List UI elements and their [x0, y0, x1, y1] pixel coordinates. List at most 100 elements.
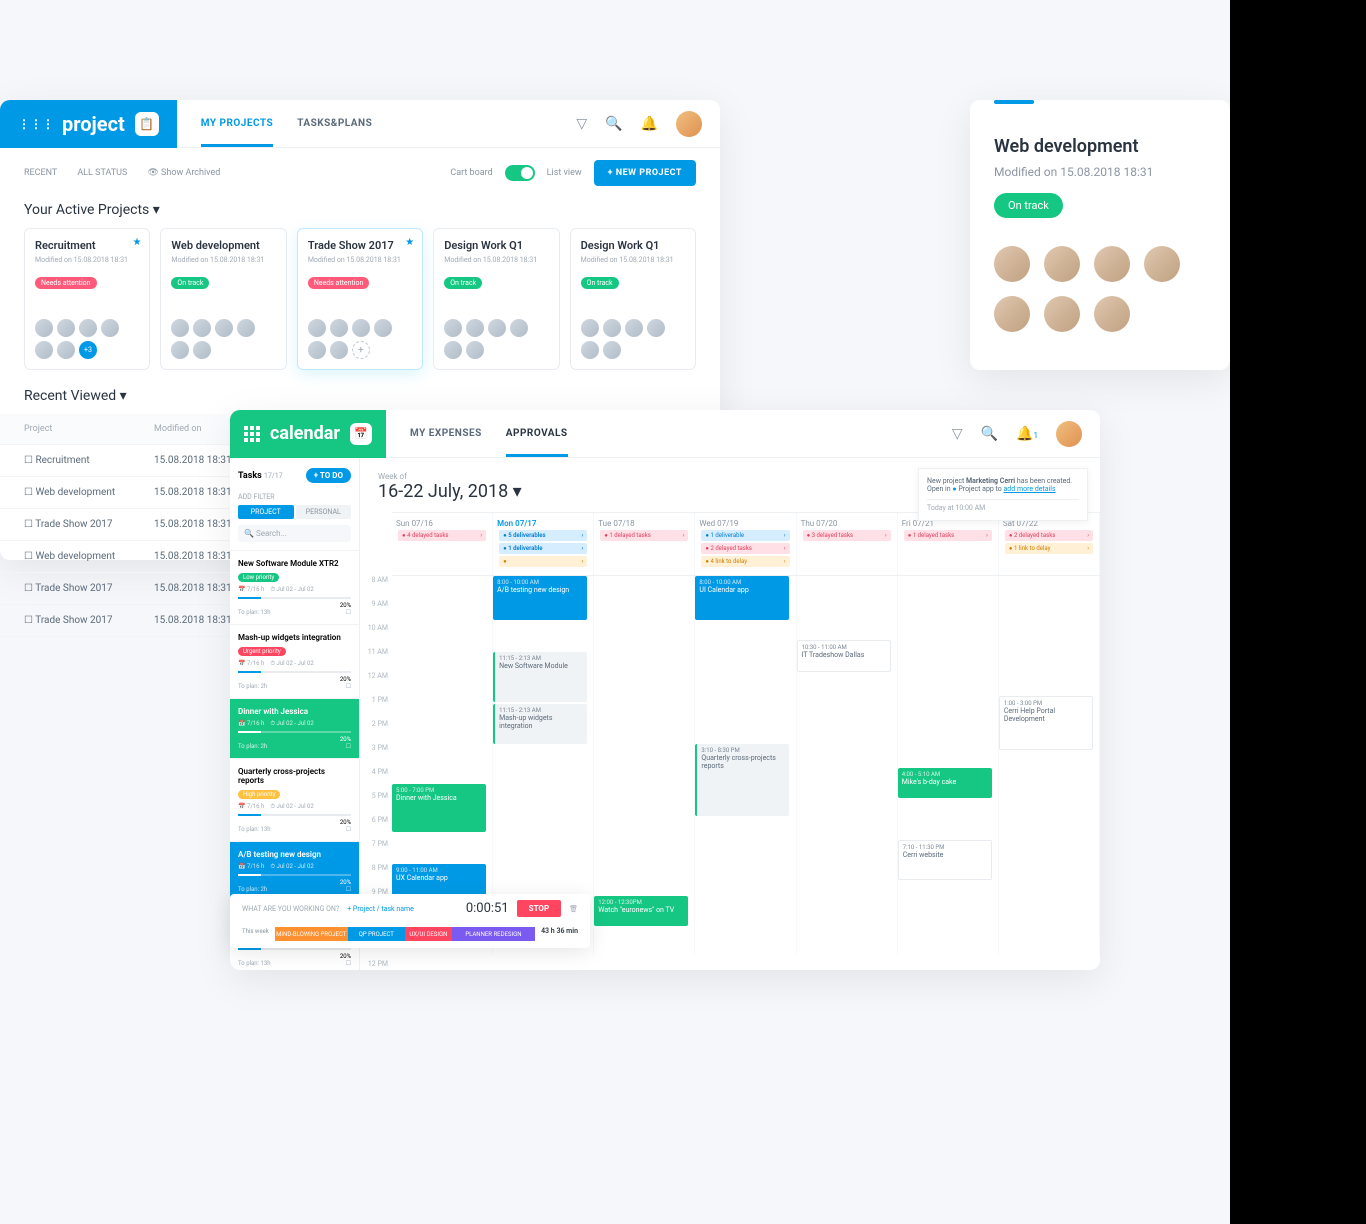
- task-item[interactable]: A/B testing new design📅 7/16 h⏱ Jul 02 -…: [230, 841, 359, 901]
- avatar[interactable]: [581, 319, 599, 337]
- avatar[interactable]: [308, 341, 326, 359]
- calendar-event[interactable]: 11:15 - 2:13 AMNew Software Module: [493, 652, 587, 702]
- allday-pill[interactable]: ● 2 delayed tasks›: [701, 543, 789, 554]
- avatar[interactable]: [466, 319, 484, 337]
- filter-icon[interactable]: ▽: [952, 426, 963, 442]
- bell-icon[interactable]: 🔔1: [1016, 426, 1038, 442]
- avatar[interactable]: [1144, 246, 1180, 282]
- avatar[interactable]: [444, 319, 462, 337]
- day-header[interactable]: Sun 07/16● 4 delayed tasks›: [392, 513, 493, 575]
- add-details-link[interactable]: add more details: [1004, 485, 1056, 493]
- avatar[interactable]: [215, 319, 233, 337]
- avatar-more[interactable]: +3: [79, 341, 97, 359]
- view-toggle[interactable]: [505, 165, 535, 181]
- day-header[interactable]: Thu 07/20● 3 delayed tasks›: [797, 513, 898, 575]
- calendar-event[interactable]: 12:00 - 12:30PMWatch "euronews" on TV: [594, 896, 688, 926]
- allday-pill[interactable]: ● 1 deliverable›: [701, 530, 789, 541]
- avatar[interactable]: [101, 319, 119, 337]
- filter-project[interactable]: PROJECT: [238, 505, 294, 519]
- task-item[interactable]: Dinner with Jessica📅 7/16 h⏱ Jul 02 - Ju…: [230, 698, 359, 758]
- task-item[interactable]: Quarterly cross-projects reportsHigh pri…: [230, 758, 359, 841]
- allday-pill[interactable]: ● 1 link to delay›: [1005, 543, 1093, 554]
- tab-approvals[interactable]: APPROVALS: [506, 410, 568, 457]
- star-icon[interactable]: ★: [132, 237, 141, 248]
- allday-pill[interactable]: ● 1 delayed tasks›: [600, 530, 688, 541]
- project-card[interactable]: Design Work Q1Modified on 15.08.2018 18:…: [570, 228, 696, 370]
- avatar[interactable]: [1044, 296, 1080, 332]
- project-card[interactable]: Web developmentModified on 15.08.2018 18…: [160, 228, 286, 370]
- timer-segment[interactable]: QP PROJECT: [348, 927, 405, 941]
- avatar[interactable]: [57, 319, 75, 337]
- project-brand[interactable]: ⋮⋮⋮ project 📋: [0, 100, 177, 148]
- calendar-event[interactable]: 10:30 - 11:00 AMIT Tradeshow Dallas: [797, 640, 891, 672]
- calendar-event[interactable]: 7:10 - 11:30 PMCerri website: [898, 840, 992, 880]
- allday-pill[interactable]: ● 3 delayed tasks›: [803, 530, 891, 541]
- avatar[interactable]: [193, 319, 211, 337]
- project-card[interactable]: ★Trade Show 2017Modified on 15.08.2018 1…: [297, 228, 423, 370]
- recent-filter[interactable]: RECENT: [24, 168, 57, 178]
- avatar[interactable]: [193, 341, 211, 359]
- bell-icon[interactable]: 🔔: [641, 116, 658, 132]
- avatar[interactable]: [488, 319, 506, 337]
- avatar[interactable]: [79, 319, 97, 337]
- timer-segment[interactable]: PLANNER REDESIGN: [452, 927, 535, 941]
- task-item[interactable]: New Software Module XTR2Low priority📅 7/…: [230, 550, 359, 624]
- avatar[interactable]: [581, 341, 599, 359]
- timer-segment[interactable]: MIND-BLOWING PROJECT: [275, 927, 348, 941]
- calendar-event[interactable]: 8:00 - 10:00 AMA/B testing new design: [493, 576, 587, 620]
- stop-button[interactable]: STOP: [517, 900, 561, 917]
- filter-personal[interactable]: PERSONAL: [296, 505, 352, 519]
- calendar-event[interactable]: 3:10 - 8:30 PMQuarterly cross-projects r…: [695, 744, 789, 816]
- calendar-event[interactable]: 4:00 - 5:10 AMMike's b-day cake: [898, 768, 992, 798]
- calendar-brand[interactable]: calendar 📅: [230, 410, 386, 458]
- task-item[interactable]: Mash-up widgets integrationUrgent priori…: [230, 624, 359, 698]
- avatar[interactable]: [625, 319, 643, 337]
- avatar[interactable]: [603, 319, 621, 337]
- allday-pill[interactable]: ● 2 delayed tasks›: [1005, 530, 1093, 541]
- todo-button[interactable]: + TO DO: [306, 468, 351, 483]
- show-archived[interactable]: 👁 Show Archived: [147, 168, 220, 178]
- day-header[interactable]: Sat 07/22● 2 delayed tasks›● 1 link to d…: [999, 513, 1100, 575]
- avatar[interactable]: [308, 319, 326, 337]
- calendar-event[interactable]: 1:00 - 3:00 PMCerri Help Portal Developm…: [999, 696, 1093, 750]
- search-input[interactable]: 🔍 Search...: [238, 525, 351, 542]
- search-icon[interactable]: 🔍: [605, 116, 622, 132]
- timer-segment[interactable]: UX/UI DESIGN: [405, 927, 452, 941]
- day-header[interactable]: Wed 07/19● 1 deliverable›● 2 delayed tas…: [695, 513, 796, 575]
- allday-pill[interactable]: ● ›: [499, 556, 587, 567]
- status-filter[interactable]: ALL STATUS: [77, 168, 127, 178]
- avatar[interactable]: [35, 319, 53, 337]
- project-card[interactable]: ★RecruitmentModified on 15.08.2018 18:31…: [24, 228, 150, 370]
- day-header[interactable]: Mon 07/17● 5 deliverables›● 1 deliverabl…: [493, 513, 594, 575]
- avatar[interactable]: [330, 319, 348, 337]
- avatar[interactable]: [603, 341, 621, 359]
- day-header[interactable]: Tue 07/18● 1 delayed tasks›: [594, 513, 695, 575]
- search-icon[interactable]: 🔍: [981, 426, 998, 442]
- allday-pill[interactable]: ● 4 link to delay›: [701, 556, 789, 567]
- avatar[interactable]: [466, 341, 484, 359]
- new-project-button[interactable]: + NEW PROJECT: [594, 160, 696, 186]
- avatar[interactable]: [352, 319, 370, 337]
- allday-pill[interactable]: ● 1 deliverable›: [499, 543, 587, 554]
- avatar[interactable]: [1044, 246, 1080, 282]
- tab-tasks-plans[interactable]: TASKS&PLANS: [297, 100, 372, 147]
- avatar[interactable]: [676, 111, 702, 137]
- allday-pill[interactable]: ● 4 delayed tasks›: [398, 530, 486, 541]
- allday-pill[interactable]: ● 5 deliverables›: [499, 530, 587, 541]
- avatar[interactable]: [171, 341, 189, 359]
- avatar[interactable]: [1094, 246, 1130, 282]
- avatar[interactable]: [1056, 421, 1082, 447]
- trash-icon[interactable]: 🗑: [569, 905, 578, 913]
- avatar[interactable]: [510, 319, 528, 337]
- allday-pill[interactable]: ● 1 delayed tasks›: [904, 530, 992, 541]
- timer-project-input[interactable]: + Project / task name: [347, 905, 414, 913]
- star-icon[interactable]: ★: [405, 237, 414, 248]
- avatar[interactable]: [994, 246, 1030, 282]
- tab-my-expenses[interactable]: MY EXPENSES: [410, 410, 482, 457]
- avatar[interactable]: [1094, 296, 1130, 332]
- avatar[interactable]: [994, 296, 1030, 332]
- avatar[interactable]: [237, 319, 255, 337]
- avatar-add[interactable]: +: [352, 341, 370, 359]
- add-filter-label[interactable]: ADD FILTER: [230, 493, 359, 505]
- project-card[interactable]: Design Work Q1Modified on 15.08.2018 18:…: [433, 228, 559, 370]
